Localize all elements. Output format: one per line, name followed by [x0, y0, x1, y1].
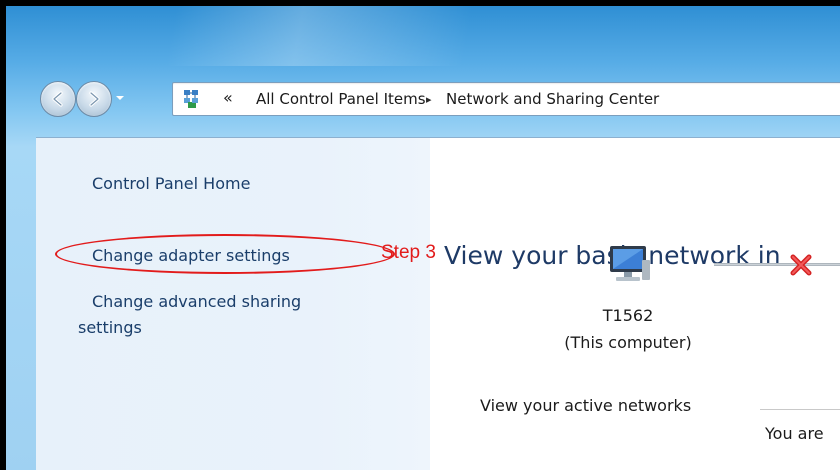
sidebar: Control Panel Home Change adapter settin… [36, 138, 430, 470]
chrome-shine [6, 6, 840, 66]
breadcrumb-separator[interactable]: ▸ [426, 93, 432, 106]
forward-arrow-icon [89, 91, 100, 107]
back-button[interactable] [40, 81, 76, 117]
content-area: Control Panel Home Change adapter settin… [36, 137, 840, 470]
network-status-text: You are [765, 424, 824, 443]
sidebar-item-change-advanced-sharing-settings-cont[interactable]: settings [78, 316, 142, 340]
address-bar[interactable]: « All Control Panel Items ▸ Network and … [172, 82, 840, 116]
address-overflow-chevron[interactable]: « [223, 88, 233, 107]
computer-name: T1562 [602, 306, 654, 325]
section-divider [760, 409, 840, 410]
control-panel-icon [184, 90, 198, 108]
computer-caption: (This computer) [564, 333, 692, 352]
red-x-icon[interactable] [788, 252, 814, 278]
back-arrow-icon [52, 91, 63, 107]
breadcrumb-all-control-panel-items[interactable]: All Control Panel Items [256, 90, 426, 108]
recent-pages-dropdown[interactable] [114, 92, 126, 104]
computer-icon [610, 246, 650, 281]
network-connection-line [714, 263, 840, 266]
forward-button[interactable] [76, 81, 112, 117]
active-networks-header: View your active networks [480, 396, 692, 415]
sidebar-item-change-advanced-sharing-settings[interactable]: Change advanced sharing [92, 290, 301, 314]
sidebar-item-change-adapter-settings[interactable]: Change adapter settings [92, 244, 290, 268]
step-annotation-label: Step 3 [381, 242, 436, 263]
sidebar-item-control-panel-home[interactable]: Control Panel Home [92, 172, 250, 196]
chevron-down-icon [116, 96, 124, 100]
breadcrumb-network-and-sharing-center[interactable]: Network and Sharing Center [446, 90, 659, 108]
window-frame: « All Control Panel Items ▸ Network and … [0, 0, 840, 470]
